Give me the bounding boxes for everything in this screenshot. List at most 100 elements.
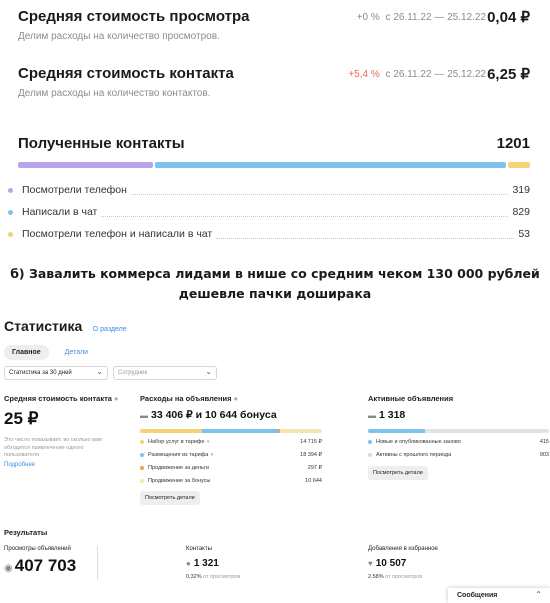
- info-icon[interactable]: ●: [210, 452, 213, 458]
- favorites-pct: 2.58%: [368, 574, 384, 580]
- expenses-bar-segment: [280, 429, 322, 433]
- tab-details[interactable]: Детали: [57, 345, 96, 360]
- wallet-icon: ▬: [140, 411, 148, 420]
- avg-contact-card: Средняя стоимость контакта ● 25 ₽ Это чис…: [4, 394, 124, 468]
- views-label: Просмотры объявлений: [4, 546, 71, 552]
- dot-icon: [8, 209, 13, 215]
- leader-line: [216, 230, 515, 239]
- about-section-link[interactable]: О разделе: [93, 326, 127, 333]
- expenses-card: Расходы на объявления ● ▬ 33 406 ₽ и 10 64…: [140, 394, 322, 506]
- item-value: 415: [539, 439, 549, 446]
- employee-select[interactable]: Сотрудник: [113, 366, 217, 380]
- item-label: Активны с прошлого периода: [376, 452, 452, 459]
- messages-label: Сообщения: [457, 592, 498, 599]
- contacts-row-phone: Посмотрели телефон 319: [8, 179, 530, 201]
- avg-contact-note: Это число показывает, во сколько вам обх…: [4, 437, 102, 458]
- dot-icon: [140, 478, 144, 483]
- metric-period: с 26.11.22 — 25.12.22: [385, 12, 486, 23]
- results-section: Результаты Просмотры объявлений ◉ 407 703…: [4, 528, 550, 580]
- row-label: Посмотрели телефон и написали в чат: [22, 228, 213, 240]
- list-item: Активны с прошлого периода 903: [368, 449, 549, 462]
- contacts-value: 1 321: [193, 558, 219, 569]
- metric-desc: Делим расходы на количество контактов.: [18, 88, 211, 99]
- metric-desc: Делим расходы на количество просмотров.: [18, 31, 220, 42]
- avg-contact-value: 25 ₽: [4, 409, 39, 428]
- active-ads-bar-segment: [425, 429, 549, 433]
- card-title: Расходы на объявления: [140, 394, 232, 403]
- contacts-bar-segment-phone: [18, 162, 153, 168]
- expenses-value: 33 406 ₽ и 10 644 бонуса: [151, 409, 277, 421]
- active-ads-bar-segment: [368, 429, 425, 433]
- item-value: 18 394 ₽: [300, 452, 322, 459]
- ads-icon: ▬: [368, 411, 376, 420]
- view-details-button[interactable]: Посмотреть детали: [140, 491, 200, 506]
- expenses-bar-segment: [140, 429, 202, 433]
- view-details-button[interactable]: Посмотреть детали: [368, 465, 428, 480]
- item-value: 10 644: [305, 477, 322, 484]
- statistics-tabs: Главное Детали: [4, 345, 96, 360]
- list-item: Набор услуг в тарифе ● 14 715 ₽: [140, 436, 322, 449]
- info-icon[interactable]: ●: [233, 394, 238, 403]
- contacts-card[interactable]: Контакты ● 1 321 0.32% от просмотров: [186, 546, 240, 580]
- list-item: Новые и опубликованные заново 415: [368, 436, 549, 449]
- views-value: 407 703: [14, 556, 77, 575]
- contacts-title: Полученные контакты: [18, 135, 185, 152]
- row-value: 829: [512, 206, 530, 218]
- row-label: Посмотрели телефон: [22, 184, 127, 196]
- item-value: 14 715 ₽: [300, 439, 322, 446]
- heart-icon: ♥: [368, 559, 373, 568]
- dot-icon: [8, 231, 13, 237]
- tab-main[interactable]: Главное: [4, 345, 49, 360]
- info-icon[interactable]: ●: [206, 439, 209, 445]
- eye-icon: ◉: [4, 563, 13, 574]
- contacts-row-both: Посмотрели телефон и написали в чат 53: [8, 223, 530, 245]
- contacts-row-chat: Написали в чат 829: [8, 201, 530, 223]
- favorites-label: Добавления в избранное: [368, 546, 438, 552]
- favorites-card[interactable]: Добавления в избранное ♥ 10 507 2.58% от …: [368, 546, 438, 580]
- expenses-list: Набор услуг в тарифе ● 14 715 ₽ Размещения…: [140, 436, 322, 487]
- card-title: Активные объявления: [368, 394, 454, 403]
- section-heading: б) Завалить коммерса лидами в нише со ср…: [10, 266, 540, 301]
- active-ads-card: Активные объявления ▬ 1 318 Новые и опубл…: [368, 394, 549, 480]
- filters: Статистика за 30 дней Сотрудник: [4, 366, 217, 380]
- item-label: Новые и опубликованные заново: [376, 439, 461, 446]
- contacts-total: 1201: [496, 135, 530, 152]
- results-title: Результаты: [4, 528, 48, 537]
- contacts-bar-segment-both: [507, 162, 531, 168]
- metric-change: +0 % с 26.11.22 — 25.12.22: [357, 12, 486, 23]
- expenses-bar: [140, 429, 322, 433]
- metric-title: Средняя стоимость контакта: [18, 65, 234, 82]
- dot-icon: [8, 187, 13, 193]
- statistics-panel: Статистика О разделе Главное Детали Стат…: [4, 318, 550, 506]
- item-label: Продвижение за деньги: [148, 464, 209, 471]
- period-select[interactable]: Статистика за 30 дней: [4, 366, 108, 380]
- received-contacts: Полученные контакты 1201 Посмотрели теле…: [8, 135, 531, 240]
- item-label: Размещения из тарифа: [148, 452, 209, 459]
- messages-widget[interactable]: Сообщения ⌃: [448, 588, 550, 603]
- row-value: 53: [518, 228, 530, 240]
- contacts-pct: 0.32%: [186, 574, 202, 580]
- item-value: 903: [539, 452, 549, 459]
- leader-line: [130, 186, 509, 195]
- chevron-up-icon[interactable]: ⌃: [535, 590, 542, 599]
- item-value: 297 ₽: [307, 464, 322, 471]
- item-label: Набор услуг в тарифе: [148, 439, 205, 446]
- favorites-value: 10 507: [375, 558, 407, 569]
- metric-pct: +5,4 %: [348, 69, 380, 80]
- statistics-title: Статистика: [4, 318, 83, 334]
- row-value: 319: [512, 184, 530, 196]
- info-icon[interactable]: ●: [114, 394, 119, 403]
- list-item: Продвижение за бонусы 10 644: [140, 474, 322, 487]
- person-icon: ●: [186, 559, 191, 568]
- list-item: Размещения из тарифа ● 18 394 ₽: [140, 449, 322, 462]
- contacts-label: Контакты: [186, 546, 212, 552]
- dot-icon: [140, 440, 144, 445]
- views-card[interactable]: Просмотры объявлений ◉ 407 703: [4, 546, 76, 576]
- more-link[interactable]: Подробнее: [4, 462, 124, 468]
- contacts-sub-text: от просмотров: [203, 574, 241, 580]
- contacts-bar-segment-chat: [154, 162, 506, 168]
- item-label: Продвижение за бонусы: [148, 477, 211, 484]
- dot-icon: [140, 453, 144, 458]
- active-ads-list: Новые и опубликованные заново 415 Активны…: [368, 436, 549, 462]
- expenses-bar-segment: [201, 429, 279, 433]
